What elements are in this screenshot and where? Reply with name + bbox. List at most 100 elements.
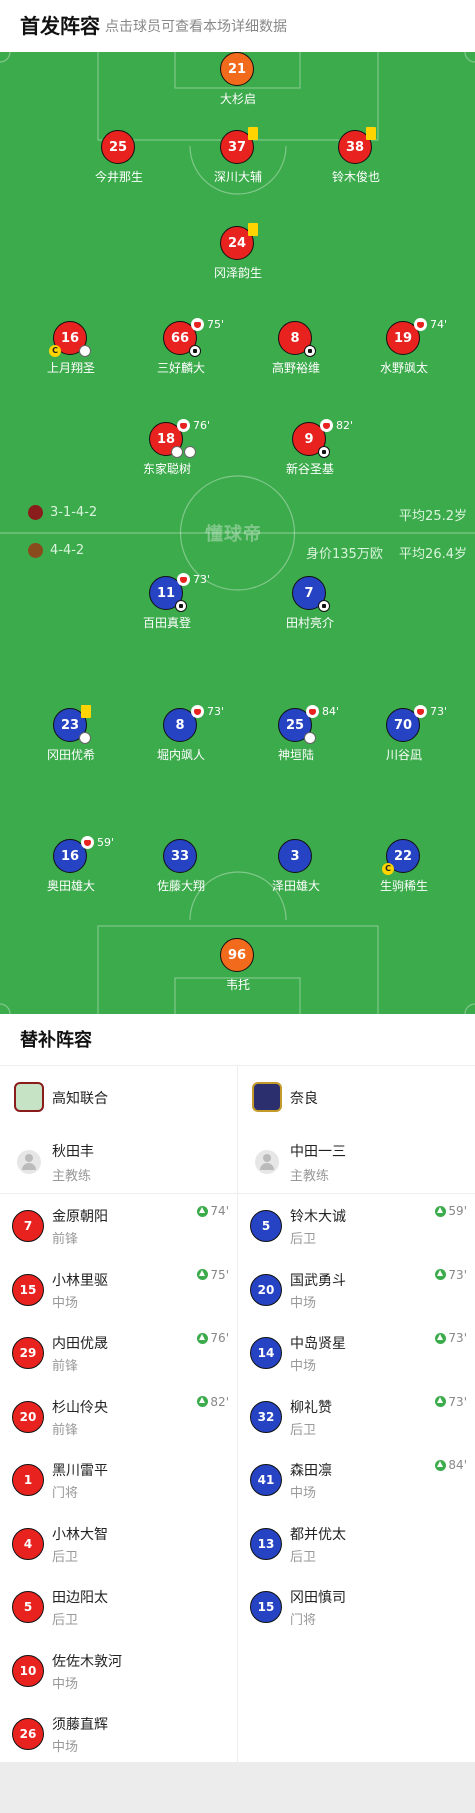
sub-name: 小林大智 bbox=[52, 1526, 108, 1543]
sub-number: 1 bbox=[12, 1464, 44, 1496]
player-number: 21 bbox=[220, 52, 254, 86]
sub-player-row[interactable]: 15 小林里驱 中场 75' bbox=[0, 1258, 237, 1322]
coach-row[interactable]: 中田一三 主教练 bbox=[238, 1130, 475, 1194]
sub-name: 森田凛 bbox=[290, 1463, 332, 1479]
player-name: 堀内飒人 bbox=[156, 748, 205, 762]
sub-on-arrow-icon bbox=[197, 1332, 209, 1344]
player-marker[interactable]: 33 佐藤大翔 bbox=[121, 839, 241, 893]
coach-avatar-icon bbox=[255, 1150, 279, 1174]
yellow-card-icon bbox=[81, 705, 91, 718]
sub-player-row[interactable]: 32 柳礼赞 后卫 73' bbox=[238, 1385, 475, 1449]
lineup-header: 首发阵容 点击球员可查看本场详细数据 bbox=[0, 0, 475, 52]
sub-off-time: 73' bbox=[207, 705, 225, 718]
player-name: 佐藤大翔 bbox=[156, 879, 205, 893]
sub-player-row[interactable]: 4 小林大智 后卫 bbox=[0, 1512, 237, 1576]
player-number: 33 bbox=[163, 839, 197, 873]
sub-player-row[interactable]: 15 冈田慎司 门将 bbox=[238, 1575, 475, 1639]
player-marker[interactable]: 8 73' 堀内飒人 bbox=[121, 705, 241, 762]
home-team-header[interactable]: 高知联合 bbox=[0, 1066, 237, 1130]
sub-name: 小林里驱 bbox=[52, 1272, 108, 1289]
player-marker[interactable]: 25 84' 神垣陆 bbox=[236, 705, 356, 762]
yellow-card-icon bbox=[366, 127, 376, 140]
sub-off-icon bbox=[414, 705, 427, 718]
player-marker[interactable]: 24 冈泽韵生 bbox=[178, 223, 298, 280]
sub-position: 前锋 bbox=[52, 1422, 79, 1438]
sub-on-minute: 82' bbox=[210, 1394, 229, 1409]
player-marker[interactable]: 37 深川大辅 bbox=[178, 127, 298, 184]
home-team-info: 3-1-4-2 平均25.2岁 bbox=[0, 503, 475, 524]
coach-avatar-icon bbox=[17, 1150, 41, 1174]
sub-on-arrow-icon bbox=[435, 1396, 447, 1407]
sub-number: 20 bbox=[250, 1273, 282, 1306]
player-marker[interactable]: 18 76' 东家聪树 bbox=[107, 419, 227, 476]
sub-number: 7 bbox=[12, 1210, 44, 1242]
lineup-subtitle: 点击球员可查看本场详细数据 bbox=[105, 19, 287, 35]
pitch: 懂球帝 3-1-4-2 平均25.2岁 4-4-2 身价135万欧 平均26.4… bbox=[0, 52, 475, 1014]
player-name: 韦托 bbox=[225, 978, 250, 992]
sub-player-row[interactable]: 29 内田优晟 前锋 76' bbox=[0, 1321, 237, 1385]
sub-off-icon bbox=[191, 705, 204, 718]
sub-position: 后卫 bbox=[290, 1232, 317, 1247]
sub-player-row[interactable]: 41 森田凛 中场 84' bbox=[238, 1448, 475, 1512]
player-marker[interactable]: 22 C 生驹稀生 bbox=[344, 839, 464, 893]
sub-number: 13 bbox=[250, 1527, 282, 1560]
sub-player-row[interactable]: 1 黑川雷平 门将 bbox=[0, 1448, 237, 1512]
player-name: 神垣陆 bbox=[277, 748, 314, 762]
coach-row[interactable]: 秋田丰 主教练 bbox=[0, 1130, 237, 1194]
sub-on-time: 74' bbox=[197, 1204, 229, 1218]
player-marker[interactable]: 8 高野裕维 bbox=[236, 321, 356, 375]
player-name: 泽田雄大 bbox=[271, 879, 320, 893]
player-marker[interactable]: 38 铃木俊也 bbox=[296, 127, 416, 184]
player-number: 25 bbox=[101, 130, 135, 164]
sub-on-arrow-icon bbox=[435, 1205, 447, 1217]
away-team-header[interactable]: 奈良 bbox=[238, 1066, 475, 1130]
player-marker[interactable]: 16 C 上月翔圣 bbox=[11, 321, 131, 375]
sub-name: 冈田慎司 bbox=[290, 1590, 346, 1606]
player-marker[interactable]: 70 73' 川谷凪 bbox=[344, 705, 464, 762]
sub-player-row[interactable]: 10 佐佐木敦河 中场 bbox=[0, 1639, 237, 1703]
player-marker[interactable]: 19 74' 水野飒太 bbox=[344, 318, 464, 375]
sub-on-time: 73' bbox=[435, 1268, 467, 1282]
captain-icon: C bbox=[382, 863, 394, 875]
sub-player-row[interactable]: 14 中岛贤星 中场 73' bbox=[238, 1321, 475, 1385]
sub-player-row[interactable]: 7 金原朝阳 前锋 74' bbox=[0, 1194, 237, 1258]
substitutes-section: 替补阵容 高知联合 秋田丰 主教练 7 金原朝阳 前锋 74' 15 小林里驱 … bbox=[0, 1014, 475, 1762]
sub-position: 前锋 bbox=[52, 1359, 79, 1374]
sub-player-row[interactable]: 5 田边阳太 后卫 bbox=[0, 1575, 237, 1639]
sub-player-row[interactable]: 26 须藤直辉 中场 bbox=[0, 1702, 237, 1766]
sub-off-icon bbox=[81, 836, 94, 849]
sub-off-time: 73' bbox=[430, 705, 448, 718]
player-marker[interactable]: 16 59' 奥田雄大 bbox=[11, 836, 131, 893]
sub-name: 佐佐木敦河 bbox=[52, 1653, 122, 1670]
sub-player-row[interactable]: 20 国武勇斗 中场 73' bbox=[238, 1258, 475, 1322]
player-marker[interactable]: 7 田村亮介 bbox=[250, 576, 370, 630]
player-marker[interactable]: 3 泽田雄大 bbox=[236, 839, 356, 893]
away-formation: 4-4-2 bbox=[50, 543, 85, 558]
player-marker[interactable]: 23 冈田优希 bbox=[11, 705, 131, 762]
player-name: 新谷圣基 bbox=[285, 462, 334, 476]
sub-on-arrow-icon bbox=[197, 1269, 209, 1280]
sub-player-row[interactable]: 13 都并优太 后卫 bbox=[238, 1512, 475, 1576]
sub-on-arrow-icon bbox=[435, 1459, 447, 1471]
player-marker[interactable]: 21 大杉启 bbox=[178, 52, 298, 106]
sub-position: 中场 bbox=[52, 1676, 79, 1692]
player-marker[interactable]: 25 今井那生 bbox=[59, 130, 179, 184]
sub-number: 26 bbox=[12, 1718, 44, 1750]
player-marker[interactable]: 9 82' 新谷圣基 bbox=[250, 419, 370, 476]
player-marker[interactable]: 66 75' 三好麟大 bbox=[121, 318, 241, 375]
sub-on-arrow-icon bbox=[435, 1269, 447, 1280]
sub-player-row[interactable]: 20 杉山伶央 前锋 82' bbox=[0, 1385, 237, 1449]
sub-name: 都并优太 bbox=[290, 1526, 346, 1543]
sub-name: 杉山伶央 bbox=[52, 1399, 108, 1416]
sub-number: 15 bbox=[12, 1273, 44, 1306]
sub-player-row[interactable]: 5 铃木大诚 后卫 59' bbox=[238, 1194, 475, 1258]
coach-name: 中田一三 bbox=[290, 1144, 346, 1160]
sub-name: 国武勇斗 bbox=[290, 1272, 346, 1289]
sub-number: 14 bbox=[250, 1337, 282, 1369]
sub-on-time: 75' bbox=[197, 1268, 229, 1282]
player-name: 大杉启 bbox=[219, 92, 256, 106]
player-marker[interactable]: 11 73' 百田真登 bbox=[107, 573, 227, 630]
player-marker[interactable]: 96 韦托 bbox=[178, 938, 298, 992]
sub-position: 后卫 bbox=[52, 1613, 79, 1628]
sub-name: 须藤直辉 bbox=[52, 1717, 108, 1733]
